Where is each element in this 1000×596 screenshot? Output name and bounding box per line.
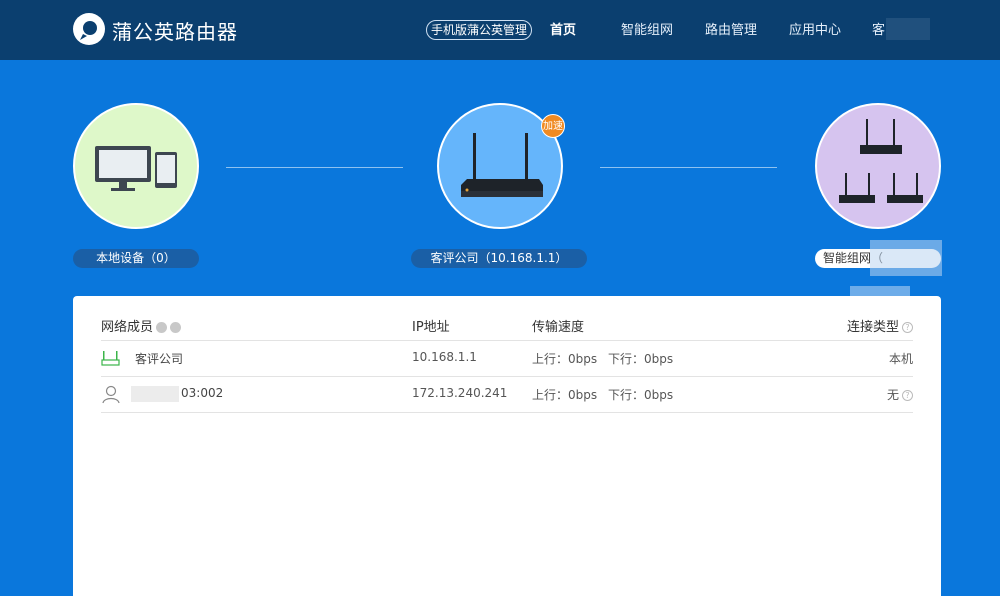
brand-title[interactable]: 蒲公英路由器	[112, 16, 238, 45]
member-type: 无?	[887, 386, 913, 403]
members-header: 网络成员	[101, 316, 181, 335]
export-icon[interactable]	[156, 322, 167, 333]
member-name-redacted	[131, 386, 179, 402]
dandelion-logo-icon[interactable]	[72, 12, 106, 46]
smart-network-redacted	[870, 240, 942, 276]
nav-home[interactable]: 首页	[550, 19, 576, 38]
devices-icon	[75, 105, 201, 231]
router-small-icon	[101, 348, 123, 368]
smart-network-node[interactable]	[815, 103, 941, 229]
nav-router-manage[interactable]: 路由管理	[705, 19, 757, 38]
help-icon[interactable]: ?	[902, 390, 913, 401]
type-header-label: 连接类型	[847, 320, 899, 335]
local-devices-node[interactable]	[73, 103, 199, 229]
divider	[101, 412, 913, 413]
user-icon	[101, 384, 123, 404]
table-row[interactable]: 03:002 172.13.240.241 上行：0bps 下行：0bps 无?	[101, 376, 913, 412]
mesh-routers-icon	[817, 105, 943, 231]
link-line-left	[226, 167, 403, 168]
member-type-label: 无	[887, 388, 899, 402]
table-row[interactable]: 客评公司 10.168.1.1 上行：0bps 下行：0bps 本机	[101, 340, 913, 376]
member-upload: 上行：0bps	[532, 386, 597, 403]
network-members-panel: 网络成员 IP地址 传输速度 连接类型? 客评公司 10.168.1.1 上行：…	[73, 296, 941, 596]
mobile-manage-button[interactable]: 手机版蒲公英管理	[426, 20, 532, 40]
speed-header: 传输速度	[532, 316, 584, 335]
member-name: 03:002	[181, 386, 223, 400]
type-header: 连接类型?	[847, 316, 913, 335]
help-icon[interactable]: ?	[902, 322, 913, 333]
top-header: 蒲公英路由器 手机版蒲公英管理 首页 智能组网 路由管理 应用中心 客	[0, 0, 1000, 60]
member-download: 下行：0bps	[608, 386, 673, 403]
nav-smart-network[interactable]: 智能组网	[621, 19, 673, 38]
nav-user-account[interactable]: 客	[872, 19, 885, 38]
info-icon[interactable]	[170, 322, 181, 333]
accelerate-badge[interactable]: 加速	[541, 114, 565, 138]
ip-header: IP地址	[412, 316, 450, 335]
member-ip: 10.168.1.1	[412, 350, 477, 364]
user-name-redacted	[886, 18, 930, 40]
member-name: 客评公司	[135, 350, 183, 367]
member-type: 本机	[889, 350, 913, 367]
nav-app-center[interactable]: 应用中心	[789, 19, 841, 38]
member-download: 下行：0bps	[608, 350, 673, 367]
member-upload: 上行：0bps	[532, 350, 597, 367]
members-header-label: 网络成员	[101, 320, 153, 335]
local-devices-label[interactable]: 本地设备（0）	[73, 249, 199, 268]
router-label[interactable]: 客评公司（10.168.1.1）	[411, 249, 587, 268]
member-ip: 172.13.240.241	[412, 386, 507, 400]
link-line-right	[600, 167, 777, 168]
